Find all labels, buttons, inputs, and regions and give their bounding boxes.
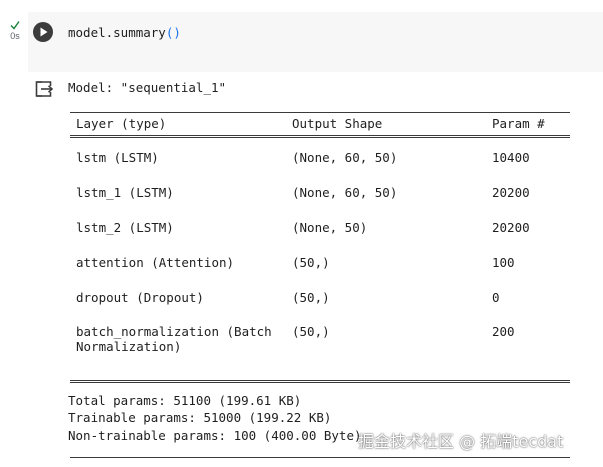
row-param: 20200 (492, 220, 530, 235)
run-cell-button[interactable] (33, 22, 53, 42)
code-cell[interactable]: model.summary() (28, 12, 603, 72)
row-output-shape: (None, 50) (292, 220, 368, 235)
non-trainable-params: Non-trainable params: 100 (400.00 Byte) (68, 428, 362, 443)
execution-time: 0s (10, 31, 20, 41)
table-bottom-rule (70, 380, 570, 383)
trainable-params: Trainable params: 51000 (199.22 KB) (68, 410, 332, 425)
code-editor-line[interactable]: model.summary() (68, 25, 181, 40)
table-top-rule (70, 112, 570, 113)
row-output-shape: (None, 60, 50) (292, 150, 398, 165)
row-layer: lstm (LSTM) (76, 150, 159, 165)
output-exit-icon[interactable] (34, 80, 54, 98)
row-layer-wrapped: batch_normalization (Batch Normalization) (76, 324, 291, 354)
row-output-shape: (50,) (292, 255, 330, 270)
summary-bottom-rule (70, 457, 570, 458)
row-output-shape: (50,) (292, 290, 330, 305)
execution-status: 0s (6, 20, 24, 42)
check-icon (10, 21, 20, 30)
row-layer: lstm_2 (LSTM) (76, 220, 174, 235)
row-layer: attention (Attention) (76, 255, 235, 270)
row-param: 200 (492, 324, 515, 339)
row-layer-continued: Normalization) (76, 339, 182, 354)
model-title: Model: "sequential_1" (68, 80, 227, 95)
row-output-shape: (50,) (292, 324, 330, 339)
code-text: model.summary (68, 25, 166, 40)
row-param: 0 (492, 290, 500, 305)
row-param: 20200 (492, 185, 530, 200)
header-param: Param # (492, 116, 545, 131)
table-header-rule (70, 135, 570, 138)
code-parens: () (165, 25, 181, 40)
play-icon (40, 27, 48, 37)
row-layer: dropout (Dropout) (76, 290, 204, 305)
row-layer: batch_normalization (Batch (76, 324, 272, 339)
total-params: Total params: 51100 (199.61 KB) (68, 393, 302, 408)
row-param: 10400 (492, 150, 530, 165)
row-output-shape: (None, 60, 50) (292, 185, 398, 200)
header-layer: Layer (type) (76, 116, 167, 131)
row-param: 100 (492, 255, 515, 270)
row-layer: lstm_1 (LSTM) (76, 185, 174, 200)
watermark: 掘金技术社区 @ 拓端tecdat (358, 432, 564, 451)
header-output-shape: Output Shape (292, 116, 383, 131)
table-row: batch_normalization (Batch Normalization)… (76, 324, 566, 399)
